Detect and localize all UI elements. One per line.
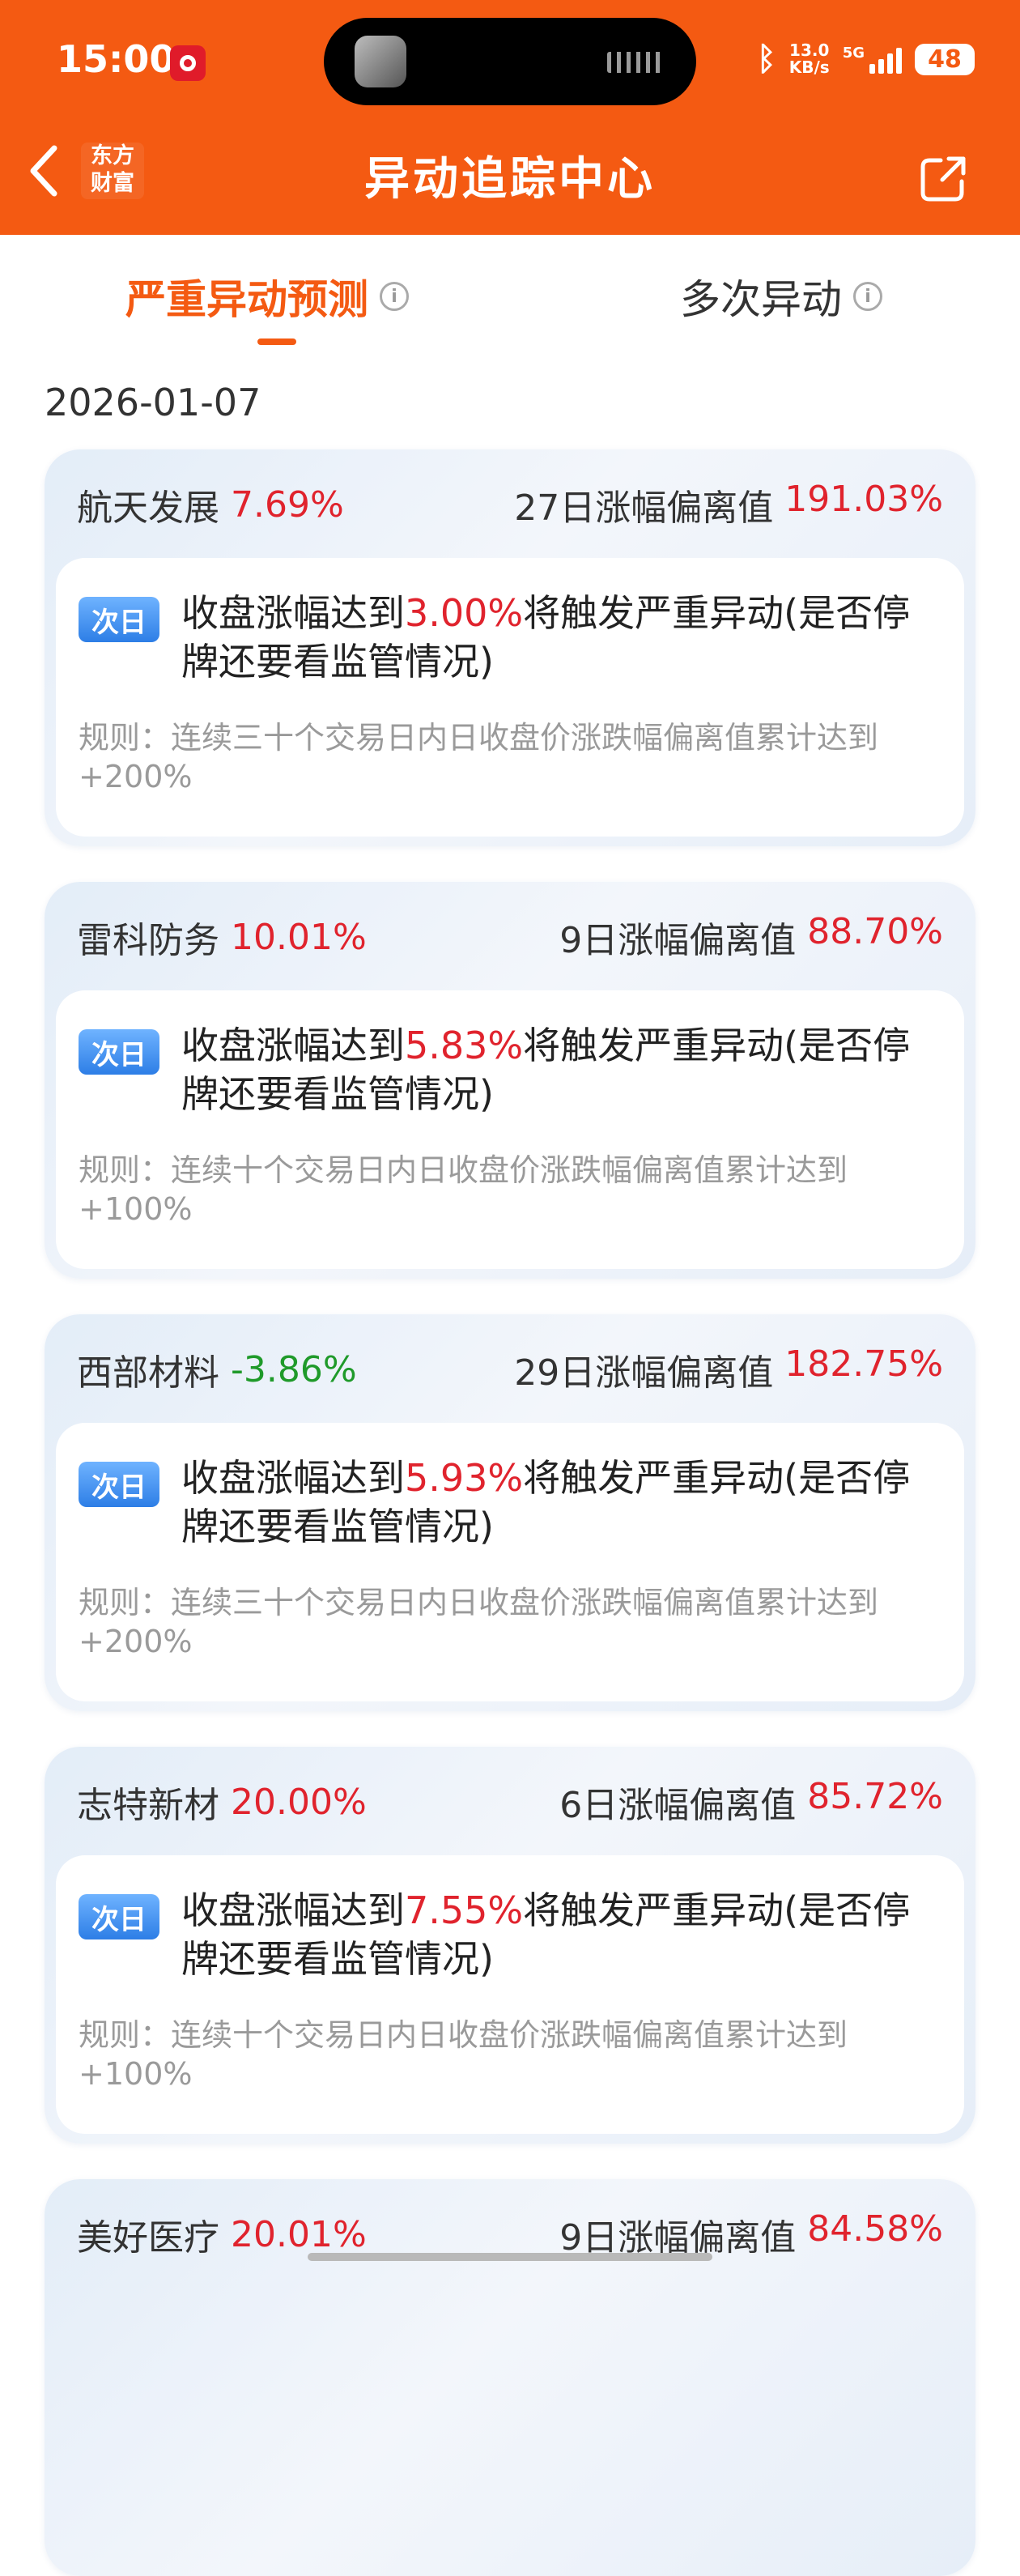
card-detail: 次日 收盘涨幅达到7.55%将触发严重异动(是否停牌还要看监管情况) 规则：连续…: [56, 1855, 964, 2134]
stock-name: 美好医疗: [77, 2217, 219, 2259]
card-header: 西部材料 -3.86% 29日涨幅偏离值 182.75%: [77, 1343, 943, 1394]
info-icon[interactable]: i: [853, 282, 882, 311]
rule-text: 规则：连续十个交易日内日收盘价涨跌幅偏离值累计达到+100%: [79, 1152, 848, 1227]
stock-change: 10.01%: [231, 916, 367, 958]
stock-change: 7.69%: [231, 483, 344, 526]
stock-name: 西部材料: [77, 1352, 219, 1394]
card-header: 美好医疗 20.01% 9日涨幅偏离值 84.58%: [77, 2208, 943, 2259]
stock-card[interactable]: 志特新材 20.00% 6日涨幅偏离值 85.72% 次日 收盘涨幅达到7.55…: [45, 1747, 975, 2144]
dynamic-island: [324, 18, 696, 105]
trigger-text: 收盘涨幅达到3.00%将触发严重异动(是否停牌还要看监管情况): [181, 591, 911, 683]
trigger-threshold: 5.93%: [405, 1456, 524, 1500]
trigger-threshold: 3.00%: [405, 591, 524, 635]
trigger-threshold: 7.55%: [405, 1888, 524, 1932]
card-detail: 次日 收盘涨幅达到5.83%将触发严重异动(是否停牌还要看监管情况) 规则：连续…: [56, 990, 964, 1269]
active-tab-indicator: [257, 338, 296, 345]
card-header: 航天发展 7.69% 27日涨幅偏离值 191.03%: [77, 479, 943, 529]
stock-change: 20.01%: [231, 2213, 367, 2255]
card-detail: 次日 收盘涨幅达到3.00%将触发严重异动(是否停牌还要看监管情况) 规则：连续…: [56, 558, 964, 837]
next-day-badge: 次日: [79, 1894, 159, 1939]
page-title: 异动追踪中心: [364, 153, 656, 206]
stock-card[interactable]: 雷科防务 10.01% 9日涨幅偏离值 88.70% 次日 收盘涨幅达到5.83…: [45, 882, 975, 1279]
deviation-value: 88.70%: [807, 911, 943, 952]
next-day-badge: 次日: [79, 1462, 159, 1507]
rule-text: 规则：连续三十个交易日内日收盘价涨跌幅偏离值累计达到+200%: [79, 720, 879, 794]
next-day-badge: 次日: [79, 597, 159, 642]
network-type: 5G: [842, 45, 865, 62]
signal-icon: 5G: [843, 45, 902, 74]
card-detail: 次日 收盘涨幅达到5.93%将触发严重异动(是否停牌还要看监管情况) 规则：连续…: [56, 1423, 964, 1701]
tab-severe-prediction[interactable]: 严重异动预测 i: [125, 267, 409, 326]
trigger-threshold: 5.83%: [405, 1024, 524, 1067]
deviation-value: 182.75%: [784, 1343, 943, 1385]
status-time: 15:00: [57, 37, 176, 81]
share-icon: [920, 156, 966, 202]
tab-label: 严重异动预测: [125, 276, 368, 323]
tab-bar: 严重异动预测 i 多次异动 i: [0, 235, 1020, 356]
bluetooth-icon: ᛒ: [756, 40, 776, 78]
card-header: 雷科防务 10.01% 9日涨幅偏离值 88.70%: [77, 911, 943, 961]
stock-name: 志特新材: [77, 1785, 219, 1826]
trigger-text: 收盘涨幅达到7.55%将触发严重异动(是否停牌还要看监管情况): [181, 1888, 911, 1981]
deviation-value: 191.03%: [784, 479, 943, 520]
deviation-value: 85.72%: [807, 1776, 943, 1817]
tab-label: 多次异动: [680, 276, 842, 323]
stock-name: 航天发展: [77, 488, 219, 529]
network-speed: 13.0 KB/s: [789, 42, 830, 76]
notification-app-icon: [170, 45, 206, 81]
deviation-label: 6日涨幅偏离值: [559, 1785, 797, 1826]
trigger-text: 收盘涨幅达到5.93%将触发严重异动(是否停牌还要看监管情况): [181, 1456, 911, 1548]
net-speed-value: 13.0: [789, 40, 830, 60]
rule-text: 规则：连续三十个交易日内日收盘价涨跌幅偏离值累计达到+200%: [79, 1585, 879, 1659]
stock-change: 20.00%: [231, 1781, 367, 1823]
stock-card[interactable]: 航天发展 7.69% 27日涨幅偏离值 191.03% 次日 收盘涨幅达到3.0…: [45, 449, 975, 846]
battery-icon: 48: [915, 43, 975, 75]
deviation-label: 27日涨幅偏离值: [514, 488, 774, 529]
card-header: 志特新材 20.00% 6日涨幅偏离值 85.72%: [77, 1776, 943, 1826]
deviation-value: 84.58%: [807, 2208, 943, 2250]
trigger-text: 收盘涨幅达到5.83%将触发严重异动(是否停牌还要看监管情况): [181, 1024, 911, 1116]
list-date: 2026-01-07: [45, 381, 261, 424]
next-day-badge: 次日: [79, 1029, 159, 1075]
stock-card[interactable]: 西部材料 -3.86% 29日涨幅偏离值 182.75% 次日 收盘涨幅达到5.…: [45, 1314, 975, 1711]
info-icon[interactable]: i: [380, 282, 409, 311]
stock-change: -3.86%: [231, 1348, 357, 1390]
net-speed-unit: KB/s: [788, 57, 830, 77]
audio-wave-icon: [607, 52, 664, 73]
deviation-label: 9日涨幅偏离值: [559, 920, 797, 961]
deviation-label: 29日涨幅偏离值: [514, 1352, 774, 1394]
tab-multiple-anomaly[interactable]: 多次异动 i: [680, 267, 882, 326]
status-icons: ᛒ 13.0 KB/s 5G 48: [757, 40, 975, 78]
home-indicator: [308, 2253, 712, 2261]
stock-card[interactable]: 美好医疗 20.01% 9日涨幅偏离值 84.58%: [45, 2179, 975, 2576]
rule-text: 规则：连续十个交易日内日收盘价涨跌幅偏离值累计达到+100%: [79, 2017, 848, 2092]
app-header: 15:00 ᛒ 13.0 KB/s 5G 48 东方 财富 异动追踪中心: [0, 0, 1020, 235]
share-button[interactable]: [916, 152, 970, 206]
island-thumbnail-icon: [355, 36, 406, 87]
stock-name: 雷科防务: [77, 920, 219, 961]
